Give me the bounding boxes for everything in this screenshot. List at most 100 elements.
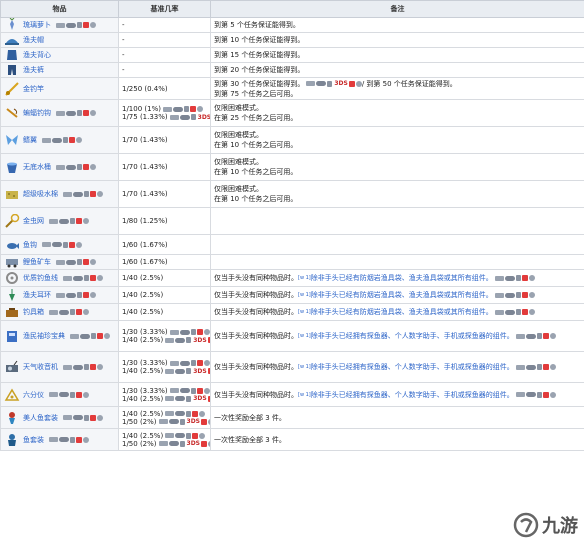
cell-rate: - [118, 17, 211, 33]
note-text: 仅当手头没有同种物品时。 [214, 291, 298, 299]
rate-value-alt: 1/50 (2%) [122, 439, 157, 448]
cell-rate: 1/60 (1.67%) [118, 254, 211, 270]
console-icon [59, 437, 69, 442]
cell-note: 仅当手头没有同种物品时。[w 1]除非手头已经拥有探鱼器、个人数字助手、手机或探… [210, 320, 584, 352]
minecart-icon [4, 256, 20, 269]
item-name-link[interactable]: 渔夫帽 [23, 35, 44, 45]
3ds-icon: 3DS [197, 113, 211, 121]
desktop-icon [165, 411, 175, 416]
platform-icons: 3DS [165, 367, 210, 375]
cell-item: 渔夫耳环 [0, 286, 119, 304]
mobile-icon [186, 432, 192, 439]
note-link[interactable]: 除非手头已经有防烟岩渔具袋、渔夫渔具袋或其所有组件。 [311, 308, 493, 316]
mobile-icon [190, 329, 196, 335]
hook-icon [4, 106, 20, 120]
watermark-text: 九游 [542, 516, 578, 537]
table-row: 金钓竿 1/250 (0.4%) 到第 30 个任务保证能得到。 3DS / 到第 50… [0, 77, 584, 100]
cell-rate: - [118, 62, 211, 78]
cell-item: 渔夫背心 [0, 47, 119, 63]
table-row: 美人鱼套装 1/40 (2.5%) 1/50 (2%) 3DS 一次性奖励全部 3 件。 [0, 406, 584, 429]
switch-icon [196, 329, 203, 335]
note-link[interactable]: 除非手头已经有防烟岩渔具袋、渔夫渔具袋或其所有组件。 [311, 291, 493, 299]
rate-value: - [122, 36, 125, 44]
item-name-link[interactable]: 蝙蝠钓钩 [23, 108, 51, 118]
console-icon [175, 411, 186, 416]
desktop-icon [165, 337, 175, 343]
switch-icon [189, 106, 196, 112]
item-name-link[interactable]: 美人鱼套装 [23, 413, 58, 423]
cell-item: 渔民袖珍宝典 [0, 320, 119, 352]
platform-icons [49, 217, 89, 225]
cell-item: 美人鱼套装 [0, 406, 119, 429]
item-name-link[interactable]: 优质钓鱼线 [23, 273, 58, 283]
cell-item: 金虫网 [0, 207, 119, 235]
mobile-icon [77, 259, 82, 265]
item-name-link[interactable]: 无底水桶 [23, 162, 51, 172]
item-name-link[interactable]: 金钓竿 [23, 84, 44, 94]
mobile-icon [186, 395, 192, 402]
rate-value-alt: 1/50 (2%) [122, 417, 157, 426]
platform-icons [56, 258, 96, 266]
tmodloader-icon [97, 191, 103, 197]
console-icon [179, 329, 190, 335]
hat-icon [4, 34, 20, 47]
item-name-link[interactable]: 渔夫耳环 [23, 290, 51, 300]
fish-icon [4, 238, 20, 252]
item-name-link[interactable]: 鳍翼 [23, 135, 37, 145]
item-name-link[interactable]: 琉璃萝卜 [23, 20, 51, 30]
desktop-icon [494, 292, 504, 298]
item-name-link[interactable]: 鱼套装 [23, 435, 44, 445]
item-name-link[interactable]: 超级吸水棉 [23, 189, 58, 199]
note-link[interactable]: 除非手头已经有防烟岩渔具袋、渔夫渔具袋或其所有组件。 [311, 274, 493, 282]
platform-icons [169, 387, 210, 395]
cell-note: 到第 20 个任务保证能得到。 [210, 62, 584, 78]
desktop-icon [169, 360, 179, 366]
bucket-icon [4, 160, 20, 174]
item-name-link[interactable]: 渔民袖珍宝典 [23, 331, 65, 341]
item-name-link[interactable]: 天气收音机 [23, 362, 58, 372]
footnote-ref[interactable]: [w 1] [298, 309, 311, 315]
item-name-link[interactable]: 金虫网 [23, 216, 44, 226]
item-name-link[interactable]: 六分仪 [23, 390, 44, 400]
item-name-link[interactable]: 渔夫背心 [23, 50, 51, 60]
note-text-2: 在第 10 个任务之后可用。 [214, 141, 298, 149]
platform-icons [165, 432, 206, 440]
note-text: 仅当手头没有同种物品时。 [214, 390, 298, 399]
platform-icons [515, 363, 556, 371]
console-icon [73, 364, 83, 370]
tmodloader-icon [90, 164, 96, 170]
item-name-link[interactable]: 鱼钩 [23, 240, 37, 250]
item-name-link[interactable]: 钓具箱 [23, 307, 44, 317]
item-name-link[interactable]: 鲤鱼矿车 [23, 257, 51, 267]
note-link[interactable]: 除非手头已经拥有探鱼器、个人数字助手、手机或探鱼器的组件。 [311, 363, 514, 371]
desktop-icon [158, 441, 168, 446]
switch-icon [542, 364, 549, 370]
mobile-icon [179, 440, 185, 447]
console-icon [73, 191, 83, 197]
note-link[interactable]: 除非手头已经拥有探鱼器、个人数字助手、手机或探鱼器的组件。 [311, 391, 514, 399]
item-name-link[interactable]: 渔夫裤 [23, 65, 44, 75]
mobile-icon [190, 114, 196, 120]
footnote-ref[interactable]: [w 1] [298, 275, 311, 281]
footnote-ref[interactable]: [w 1] [298, 364, 311, 370]
desktop-icon [56, 22, 65, 28]
switch-icon [69, 241, 75, 248]
rate-value-alt: 1/75 (1.33%) [122, 113, 168, 121]
console-icon [175, 396, 186, 401]
mobile-icon [190, 360, 196, 366]
table-row: 钓具箱 1/40 (2.5%) 仅当手头没有同种物品时。[w 1]除非手头已经有防烟… [0, 303, 584, 321]
tmodloader-icon [83, 436, 89, 443]
switch-icon [196, 360, 203, 366]
note-text: 到第 15 个任务保证能得到。 [214, 51, 305, 59]
note-link[interactable]: 除非手头已经拥有探鱼器、个人数字助手、手机或探鱼器的组件。 [311, 332, 514, 340]
cell-rate: 1/40 (2.5%) 1/50 (2%) 3DS [118, 406, 211, 429]
switch-icon [83, 164, 89, 170]
cell-note: 到第 15 个任务保证能得到。 [210, 47, 584, 63]
cell-rate: 1/30 (3.33%) 1/40 (2.5%) 3DS [118, 351, 211, 383]
footnote-ref[interactable]: [w 1] [298, 392, 311, 398]
footnote-ref[interactable]: [w 1] [298, 292, 311, 298]
table-row: 渔夫背心 - 到第 15 个任务保证能得到。 [0, 47, 584, 63]
footnote-ref[interactable]: [w 1] [298, 333, 311, 339]
platform-icons [494, 274, 535, 282]
desktop-icon [63, 275, 72, 281]
